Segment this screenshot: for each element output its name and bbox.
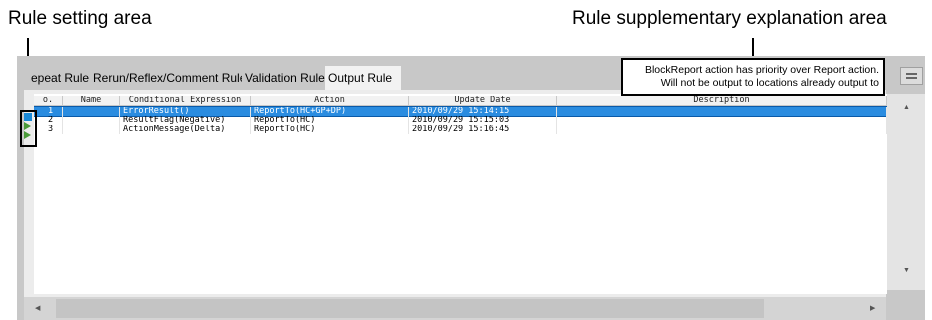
cell-action: ReportTo(HC) <box>251 116 409 125</box>
cell-expression: ActionMessage(Delta) <box>120 125 251 134</box>
arrow-up-icon[interactable]: ▲ <box>903 104 910 111</box>
column-header-description[interactable]: Description <box>557 96 887 105</box>
vertical-scrollbar[interactable]: ▲ ▼ <box>887 94 925 290</box>
rule-table: o. Name Conditional Expression Action Up… <box>34 94 887 294</box>
column-header-action[interactable]: Action <box>251 96 409 105</box>
rule-setting-area-callout: Rule setting area <box>8 8 152 29</box>
menu-icon-bar <box>906 77 917 79</box>
arrow-right-icon[interactable]: ▶ <box>870 304 875 312</box>
cell-name <box>63 125 120 134</box>
cell-description <box>557 125 887 134</box>
cell-no: 1 <box>34 107 63 116</box>
tab-validation-rule[interactable]: Validation Rule <box>242 66 328 90</box>
column-header-expression[interactable]: Conditional Expression <box>120 96 251 105</box>
tab-repeat-rule[interactable]: epeat Rule <box>28 66 93 90</box>
cell-expression: ResultFlag(Negative) <box>120 116 251 125</box>
cell-update-date: 2010/09/29 15:16:45 <box>409 125 557 134</box>
menu-button[interactable] <box>900 67 923 85</box>
table-row[interactable]: 3 ActionMessage(Delta) ReportTo(HC) 2010… <box>34 125 887 134</box>
rule-explanation-box: BlockReport action has priority over Rep… <box>621 58 885 96</box>
cell-no: 2 <box>34 116 63 125</box>
cell-update-date: 2010/09/29 15:14:15 <box>409 107 557 116</box>
cell-expression: ErrorResult() <box>120 107 251 116</box>
cell-no: 3 <box>34 125 63 134</box>
rule-setting-area-highlight <box>20 110 37 147</box>
cell-action: ReportTo(HC+GP+DP) <box>251 107 409 116</box>
explanation-line-1: BlockReport action has priority over Rep… <box>644 64 879 76</box>
arrow-down-icon[interactable]: ▼ <box>903 267 910 274</box>
table-row[interactable]: 2 ResultFlag(Negative) ReportTo(HC) 2010… <box>34 116 887 125</box>
column-header-name[interactable]: Name <box>63 96 120 105</box>
tab-rerun-reflex-comment-rule[interactable]: Rerun/Reflex/Comment Rule <box>90 66 250 90</box>
menu-icon <box>906 73 917 75</box>
column-header-no[interactable]: o. <box>34 96 63 105</box>
cell-name <box>63 107 120 116</box>
horizontal-scrollbar[interactable]: ◀ ▶ <box>24 297 886 320</box>
table-row[interactable]: 1 ErrorResult() ReportTo(HC+GP+DP) 2010/… <box>34 106 887 117</box>
supplementary-area-callout: Rule supplementary explanation area <box>572 8 887 29</box>
cell-description <box>557 107 887 116</box>
table-header: o. Name Conditional Expression Action Up… <box>34 96 887 106</box>
cell-description <box>557 116 887 125</box>
horizontal-scroll-thumb[interactable] <box>56 299 764 318</box>
column-header-update-date[interactable]: Update Date <box>409 96 557 105</box>
explanation-line-2: Will not be output to locations already … <box>660 77 879 89</box>
cell-action: ReportTo(HC) <box>251 125 409 134</box>
cell-update-date: 2010/09/29 15:15:03 <box>409 116 557 125</box>
cell-name <box>63 116 120 125</box>
tab-output-rule[interactable]: Output Rule <box>325 66 401 90</box>
arrow-left-icon[interactable]: ◀ <box>35 304 40 312</box>
